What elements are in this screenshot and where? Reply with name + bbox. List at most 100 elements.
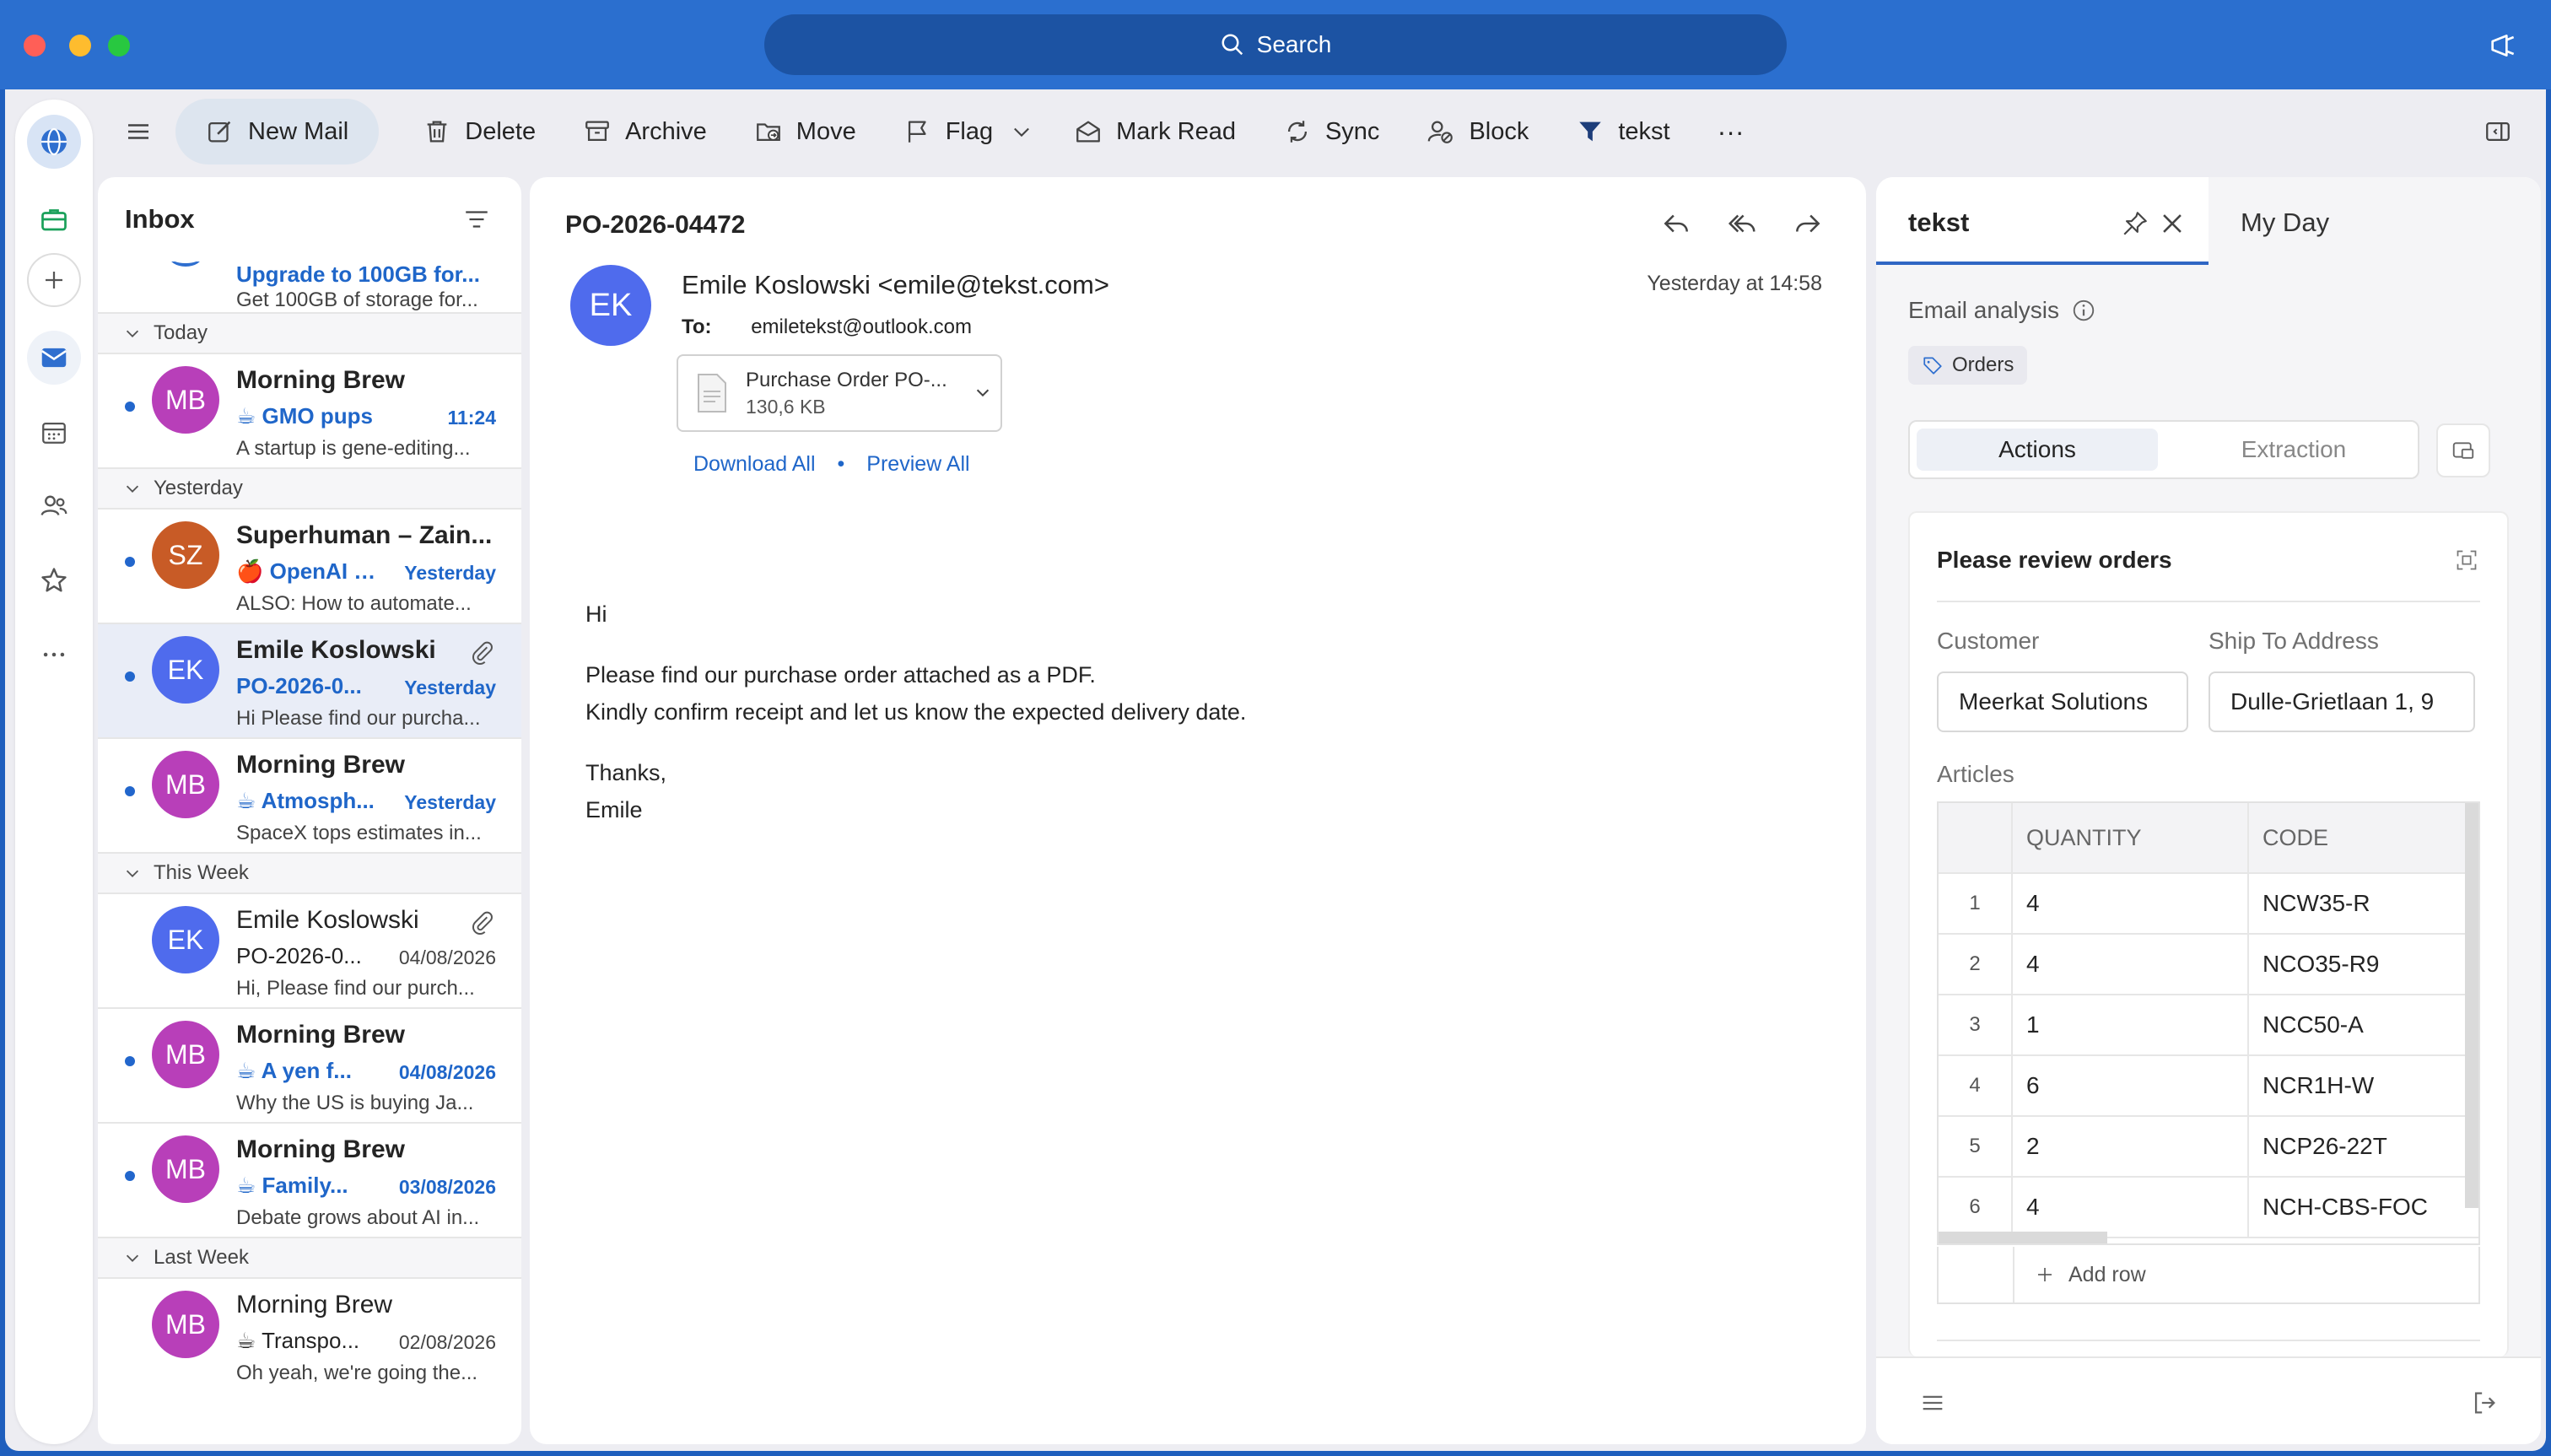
forward-icon[interactable] bbox=[1792, 208, 1824, 240]
table-row[interactable]: 6 4 NCH-CBS-FOC bbox=[1939, 1178, 2478, 1238]
mail-time: Yesterday bbox=[404, 677, 496, 698]
collapse-pane-icon[interactable] bbox=[2460, 99, 2536, 164]
filter-icon[interactable] bbox=[462, 205, 491, 234]
open-window-icon[interactable] bbox=[2436, 423, 2490, 477]
new-mail-button[interactable]: New Mail bbox=[175, 99, 380, 164]
list-item[interactable]: MB Morning Brew ☕ A yen f... 04/08/2026 … bbox=[98, 1007, 521, 1122]
download-all-link[interactable]: Download All bbox=[693, 452, 816, 477]
add-account-icon[interactable] bbox=[27, 253, 81, 307]
quantity-cell[interactable]: 4 bbox=[2013, 1178, 2249, 1237]
table-horizontal-scrollbar[interactable] bbox=[1939, 1232, 2107, 1243]
tab-my-day[interactable]: My Day bbox=[2241, 208, 2329, 238]
ship-to-label: Ship To Address bbox=[2209, 628, 2379, 654]
chevron-down-icon[interactable] bbox=[973, 383, 992, 402]
calendar-icon[interactable] bbox=[27, 405, 81, 459]
table-row[interactable]: 3 1 NCC50-A bbox=[1939, 995, 2478, 1056]
mail-time: Yesterday bbox=[404, 791, 496, 813]
list-item[interactable]: MB Morning Brew ☕ Transpo... 02/08/2026 … bbox=[98, 1277, 521, 1392]
sync-button[interactable]: Sync bbox=[1259, 99, 1403, 164]
reply-all-icon[interactable] bbox=[1726, 208, 1758, 240]
mail-preview: A startup is gene-editing... bbox=[236, 437, 471, 460]
feedback-icon[interactable] bbox=[2487, 29, 2521, 62]
zoom-window-button[interactable] bbox=[108, 35, 130, 57]
hamburger-menu-icon[interactable] bbox=[106, 99, 170, 164]
minimize-window-button[interactable] bbox=[69, 35, 91, 57]
mark-read-button[interactable]: Mark Read bbox=[1050, 99, 1259, 164]
code-cell[interactable]: NCH-CBS-FOC bbox=[2249, 1178, 2448, 1237]
star-icon[interactable] bbox=[27, 553, 81, 607]
sender-address[interactable]: Emile Koslowski <emile@tekst.com> bbox=[682, 270, 1109, 300]
group-header-yesterday[interactable]: Yesterday bbox=[98, 467, 521, 508]
list-item[interactable]: Upgrade to 100GB for... Get 100GB of sto… bbox=[98, 262, 521, 312]
group-header-today[interactable]: Today bbox=[98, 312, 521, 353]
briefcase-icon[interactable] bbox=[27, 192, 81, 246]
preview-all-link[interactable]: Preview All bbox=[866, 452, 969, 477]
code-cell[interactable]: NCC50-A bbox=[2249, 995, 2448, 1054]
delete-button[interactable]: Delete bbox=[399, 99, 559, 164]
message-date: Yesterday at 14:58 bbox=[1647, 272, 1822, 295]
table-vertical-scrollbar[interactable] bbox=[2465, 803, 2478, 1208]
recipient-address[interactable]: emiletekst@outlook.com bbox=[751, 315, 972, 338]
quantity-cell[interactable]: 1 bbox=[2013, 995, 2249, 1054]
customer-field[interactable]: Meerkat Solutions bbox=[1937, 671, 2188, 732]
close-icon[interactable] bbox=[2158, 209, 2187, 238]
focus-icon[interactable] bbox=[2455, 548, 2478, 572]
table-row[interactable]: 1 4 NCW35-R bbox=[1939, 874, 2478, 935]
column-header-code[interactable]: CODE bbox=[2249, 803, 2448, 872]
list-item[interactable]: MB Morning Brew ☕ Atmosph... Yesterday S… bbox=[98, 737, 521, 852]
more-apps-icon[interactable] bbox=[27, 628, 81, 682]
tab-actions[interactable]: Actions bbox=[1917, 429, 2158, 471]
search-bar[interactable]: Search bbox=[764, 14, 1787, 75]
view-segmented-control: Actions Extraction bbox=[1908, 420, 2419, 479]
quantity-cell[interactable]: 6 bbox=[2013, 1056, 2249, 1115]
column-header-quantity[interactable]: QUANTITY bbox=[2013, 803, 2249, 872]
tab-extraction[interactable]: Extraction bbox=[2173, 429, 2414, 471]
code-cell[interactable]: NCR1H-W bbox=[2249, 1056, 2448, 1115]
group-header-last-week[interactable]: Last Week bbox=[98, 1237, 521, 1277]
chevron-down-icon bbox=[126, 870, 139, 877]
tekst-label: tekst bbox=[1618, 117, 1670, 145]
list-item[interactable]: MB Morning Brew ☕ GMO pups 11:24 A start… bbox=[98, 353, 521, 467]
code-cell[interactable]: NCW35-R bbox=[2249, 874, 2448, 933]
close-window-button[interactable] bbox=[24, 35, 46, 57]
row-number-header bbox=[1939, 803, 2013, 872]
ship-to-field[interactable]: Dulle-Grietlaan 1, 9 bbox=[2209, 671, 2475, 732]
list-item[interactable]: EK Emile Koslowski PO-2026-0... 04/08/20… bbox=[98, 892, 521, 1007]
table-row[interactable]: 4 6 NCR1H-W bbox=[1939, 1056, 2478, 1117]
list-item[interactable]: MB Morning Brew ☕ Family... 03/08/2026 D… bbox=[98, 1122, 521, 1237]
block-button[interactable]: Block bbox=[1403, 99, 1552, 164]
flag-dropdown-chevron-icon[interactable] bbox=[1000, 99, 1050, 164]
people-icon[interactable] bbox=[27, 479, 81, 533]
add-row-button[interactable]: Add row bbox=[2013, 1247, 2146, 1302]
flag-button[interactable]: Flag bbox=[880, 99, 1000, 164]
divider bbox=[1937, 601, 2480, 602]
attachment-links: Download All • Preview All bbox=[693, 452, 970, 477]
move-button[interactable]: Move bbox=[731, 99, 880, 164]
menu-icon[interactable] bbox=[1918, 1389, 1947, 1417]
table-row[interactable]: 5 2 NCP26-22T bbox=[1939, 1117, 2478, 1178]
group-header-this-week[interactable]: This Week bbox=[98, 852, 521, 892]
tab-tekst[interactable]: tekst bbox=[1876, 177, 2209, 265]
reply-icon[interactable] bbox=[1660, 208, 1692, 240]
table-row[interactable]: 2 4 NCO35-R9 bbox=[1939, 935, 2478, 995]
attachment-card[interactable]: Purchase Order PO-... 130,6 KB bbox=[677, 354, 1002, 432]
mail-preview: Hi, Please find our purch... bbox=[236, 977, 475, 1000]
quantity-cell[interactable]: 4 bbox=[2013, 935, 2249, 994]
list-item[interactable]: EK Emile Koslowski PO-2026-0... Yesterda… bbox=[98, 623, 521, 737]
block-label: Block bbox=[1469, 117, 1529, 145]
code-cell[interactable]: NCP26-22T bbox=[2249, 1117, 2448, 1176]
archive-button[interactable]: Archive bbox=[559, 99, 731, 164]
globe-icon[interactable] bbox=[27, 115, 81, 169]
sign-out-icon[interactable] bbox=[2470, 1389, 2499, 1417]
more-actions-button[interactable]: ··· bbox=[1694, 99, 1768, 164]
tekst-addin-button[interactable]: tekst bbox=[1552, 99, 1693, 164]
code-cell[interactable]: NCO35-R9 bbox=[2249, 935, 2448, 994]
info-icon[interactable] bbox=[2071, 298, 2096, 323]
quantity-cell[interactable]: 2 bbox=[2013, 1117, 2249, 1176]
list-item[interactable]: SZ Superhuman – Zain... 🍎 OpenAI c... Ye… bbox=[98, 508, 521, 623]
pin-icon[interactable] bbox=[2121, 209, 2149, 238]
mail-subject: ☕ A yen f... bbox=[236, 1058, 352, 1083]
mail-icon[interactable] bbox=[27, 331, 81, 385]
category-tag[interactable]: Orders bbox=[1908, 346, 2028, 385]
quantity-cell[interactable]: 4 bbox=[2013, 874, 2249, 933]
